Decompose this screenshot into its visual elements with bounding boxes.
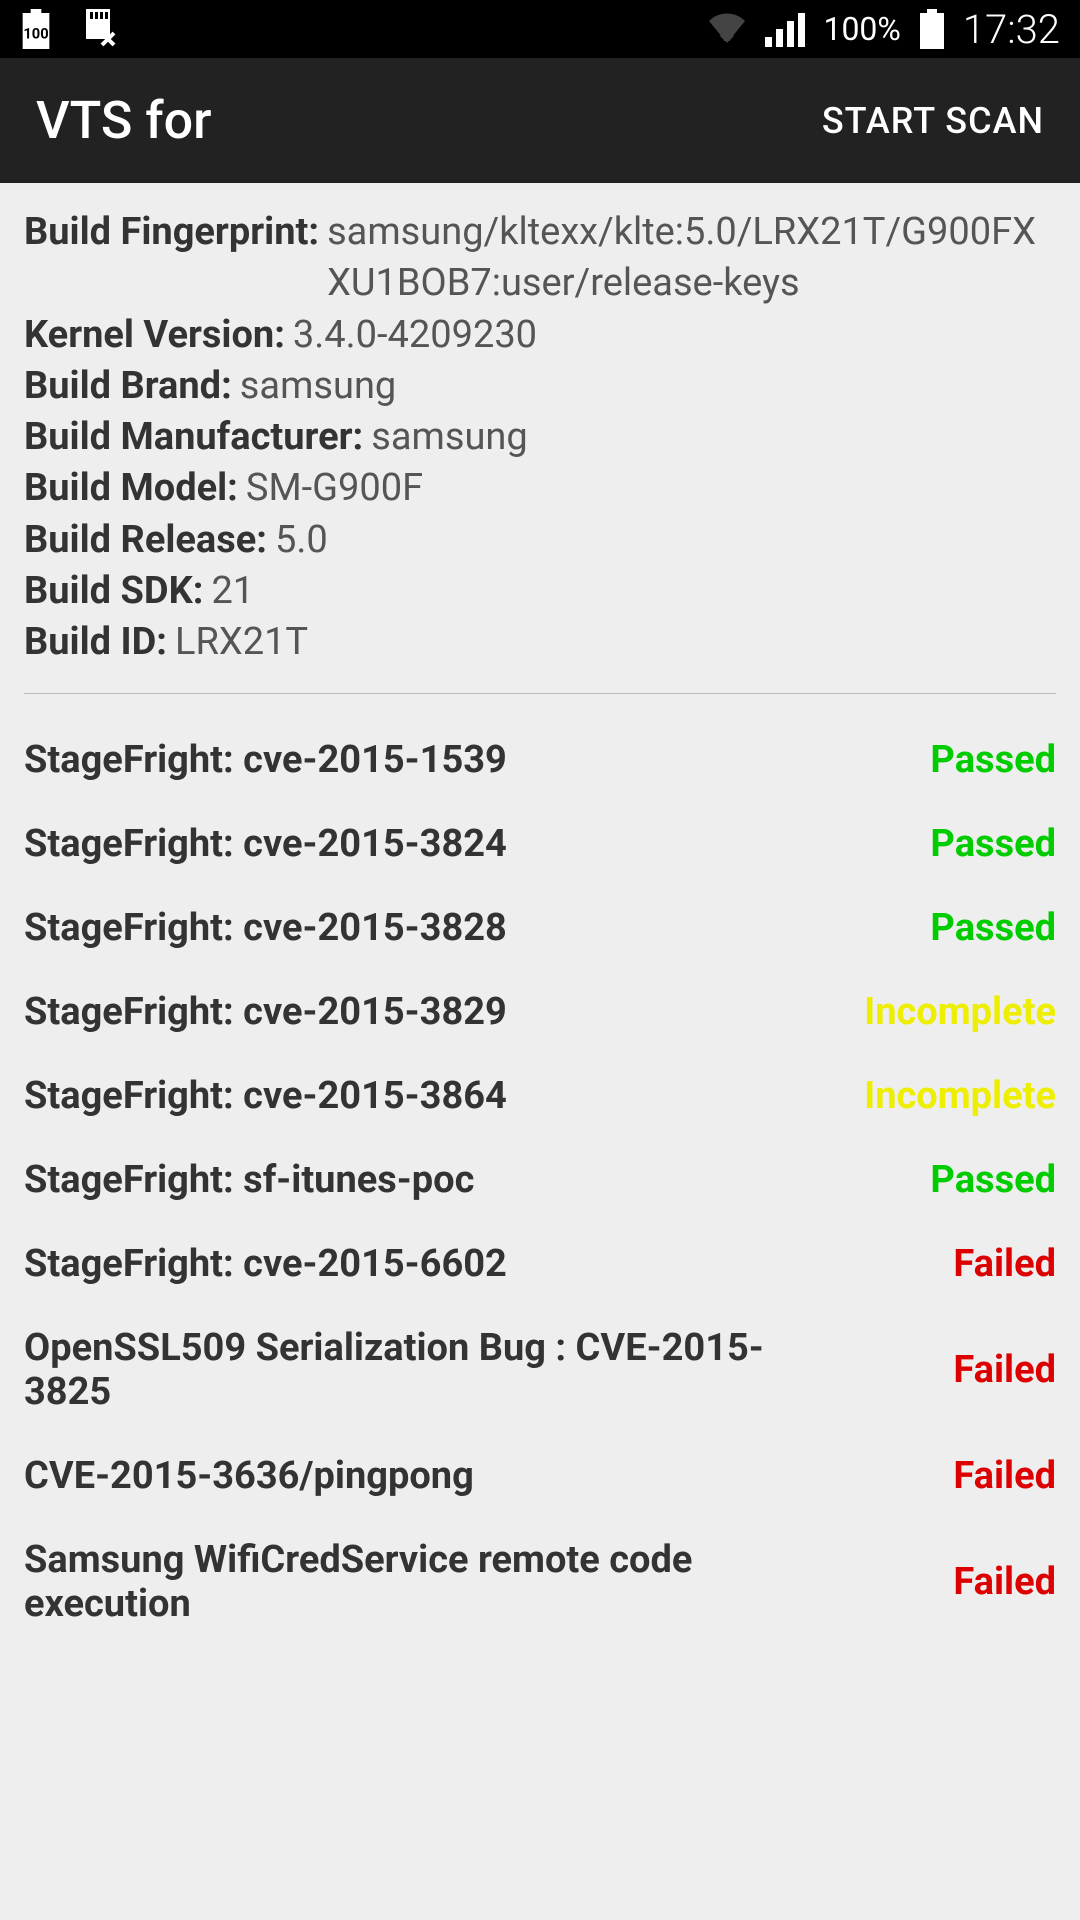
test-status: Incomplete	[836, 990, 1056, 1034]
info-value: SM-G900F	[246, 463, 423, 514]
test-row[interactable]: StageFright: cve-2015-3824Passed	[24, 802, 1056, 886]
device-info: Build Fingerprint: samsung/kltexx/klte:5…	[24, 207, 1056, 685]
test-list: StageFright: cve-2015-1539PassedStageFri…	[24, 718, 1056, 1646]
test-name: OpenSSL509 Serialization Bug : CVE-2015-…	[24, 1326, 836, 1414]
info-label: Build Fingerprint:	[24, 207, 319, 258]
signal-icon	[765, 11, 805, 47]
test-status: Failed	[836, 1242, 1056, 1286]
battery-icon	[919, 9, 945, 49]
test-status: Failed	[836, 1454, 1056, 1498]
svg-text:100: 100	[23, 24, 48, 42]
info-label: Build ID:	[24, 617, 167, 668]
info-row-brand: Build Brand: samsung	[24, 361, 1056, 412]
test-name: StageFright: cve-2015-3829	[24, 990, 836, 1034]
test-row[interactable]: StageFright: sf-itunes-pocPassed	[24, 1138, 1056, 1222]
divider	[24, 693, 1056, 694]
info-value: samsung	[371, 412, 528, 463]
test-name: StageFright: cve-2015-3824	[24, 822, 836, 866]
test-row[interactable]: StageFright: cve-2015-6602Failed	[24, 1222, 1056, 1306]
sd-card-error-icon	[80, 9, 116, 49]
test-row[interactable]: CVE-2015-3636/pingpongFailed	[24, 1434, 1056, 1518]
info-value: samsung	[240, 361, 397, 412]
battery-small-icon: 100	[20, 9, 52, 49]
info-label: Build Release:	[24, 515, 267, 566]
status-right: 100% 17:32	[707, 6, 1060, 53]
start-scan-button[interactable]: START SCAN	[822, 100, 1044, 142]
clock: 17:32	[963, 6, 1060, 53]
info-row-buildid: Build ID: LRX21T	[24, 617, 1056, 668]
test-name: StageFright: cve-2015-1539	[24, 738, 836, 782]
info-label: Kernel Version:	[24, 310, 285, 361]
test-row[interactable]: OpenSSL509 Serialization Bug : CVE-2015-…	[24, 1306, 1056, 1434]
info-label: Build Model:	[24, 463, 238, 514]
test-status: Passed	[836, 738, 1056, 782]
info-row-model: Build Model: SM-G900F	[24, 463, 1056, 514]
test-status: Passed	[836, 822, 1056, 866]
test-row[interactable]: StageFright: cve-2015-1539Passed	[24, 718, 1056, 802]
info-row-kernel: Kernel Version: 3.4.0-4209230	[24, 310, 1056, 361]
info-row-sdk: Build SDK: 21	[24, 566, 1056, 617]
info-row-release: Build Release: 5.0	[24, 515, 1056, 566]
status-bar: 100	[0, 0, 1080, 58]
info-label: Build SDK:	[24, 566, 203, 617]
test-status: Failed	[836, 1560, 1056, 1604]
test-row[interactable]: StageFright: cve-2015-3864Incomplete	[24, 1054, 1056, 1138]
info-value: 21	[211, 566, 254, 617]
test-name: StageFright: cve-2015-3864	[24, 1074, 836, 1118]
info-label: Build Brand:	[24, 361, 232, 412]
test-status: Passed	[836, 1158, 1056, 1202]
test-name: CVE-2015-3636/pingpong	[24, 1454, 836, 1498]
test-row[interactable]: StageFright: cve-2015-3829Incomplete	[24, 970, 1056, 1054]
info-row-manufacturer: Build Manufacturer: samsung	[24, 412, 1056, 463]
info-label: Build Manufacturer:	[24, 412, 363, 463]
test-row[interactable]: StageFright: cve-2015-3828Passed	[24, 886, 1056, 970]
info-row-fingerprint: Build Fingerprint: samsung/kltexx/klte:5…	[24, 207, 1056, 310]
info-value: LRX21T	[175, 617, 308, 668]
test-status: Incomplete	[836, 1074, 1056, 1118]
test-name: StageFright: cve-2015-3828	[24, 906, 836, 950]
info-value: 5.0	[275, 515, 328, 566]
test-status: Passed	[836, 906, 1056, 950]
battery-percent: 100%	[823, 10, 900, 48]
status-left: 100	[20, 9, 116, 49]
info-value: 3.4.0-4209230	[293, 310, 537, 361]
test-name: StageFright: sf-itunes-poc	[24, 1158, 836, 1202]
test-name: Samsung WifiCredService remote code exec…	[24, 1538, 836, 1626]
content: Build Fingerprint: samsung/kltexx/klte:5…	[0, 183, 1080, 1670]
action-bar: VTS for START SCAN	[0, 58, 1080, 183]
wifi-icon	[707, 11, 747, 47]
app-title: VTS for	[36, 90, 212, 151]
info-value: samsung/kltexx/klte:5.0/LRX21T/G900FXXU1…	[327, 207, 1056, 310]
test-row[interactable]: Samsung WifiCredService remote code exec…	[24, 1518, 1056, 1646]
test-name: StageFright: cve-2015-6602	[24, 1242, 836, 1286]
test-status: Failed	[836, 1348, 1056, 1392]
